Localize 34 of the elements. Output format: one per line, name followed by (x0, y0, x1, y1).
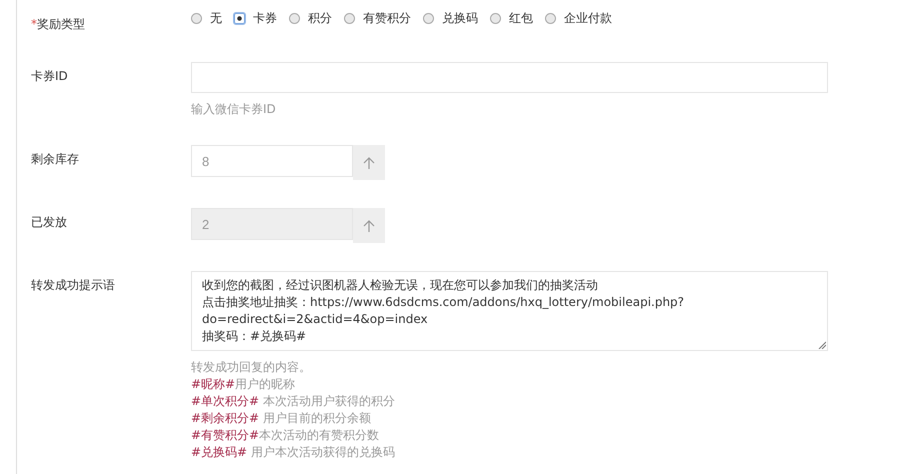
radio-option[interactable]: 红包 (490, 10, 533, 27)
field-label: 奖励类型 (37, 17, 85, 31)
required-mark: * (31, 17, 37, 31)
field-label: 转发成功提示语 (31, 277, 116, 294)
up-arrow-icon (363, 156, 375, 168)
radio-option[interactable]: 企业付款 (545, 10, 612, 27)
field-hint: 转发成功回复的内容。 (191, 359, 312, 376)
radio-icon[interactable] (191, 13, 202, 24)
variable-description: #昵称#用户的昵称 (191, 376, 296, 393)
radio-option[interactable]: 卡券 (234, 10, 277, 27)
field-label: 已发放 (31, 214, 68, 231)
up-arrow-icon (363, 220, 375, 232)
increment-button[interactable] (353, 208, 385, 243)
radio-option[interactable]: 无 (191, 10, 222, 27)
radio-option[interactable]: 积分 (289, 10, 332, 27)
variable-description: #有赞积分#本次活动的有赞积分数 (191, 427, 380, 444)
variable-description: #单次积分# 本次活动用户获得的积分 (191, 393, 396, 410)
field-hint: 输入微信卡券ID (191, 101, 277, 118)
radio-icon[interactable] (289, 13, 300, 24)
radio-icon[interactable] (344, 13, 355, 24)
increment-button[interactable] (353, 145, 385, 180)
input-field[interactable] (191, 62, 828, 93)
resize-grip-icon[interactable] (818, 341, 826, 349)
field-label: 卡券ID (31, 68, 69, 85)
radio-icon[interactable] (545, 13, 556, 24)
variable-description: #兑换码# 用户本次活动获得的兑换码 (191, 444, 396, 461)
radio-option[interactable]: 有赞积分 (344, 10, 411, 27)
radio-icon[interactable] (234, 13, 245, 24)
field-label: 剩余库存 (31, 151, 80, 168)
variable-description: #剩余积分# 用户目前的积分余额 (191, 410, 372, 427)
radio-icon[interactable] (490, 13, 501, 24)
message-textarea[interactable]: 收到您的截图，经过识图机器人检验无误，现在您可以参加我们的抽奖活动 点击抽奖地址抽奖：https://www.6dsdcms.com/addons/hxq_lottery/mobileapi.php? do=redirect&i=2&actid=4&op=index 抽奖码：#兑换码# (191, 271, 828, 351)
radio-icon[interactable] (423, 13, 434, 24)
radio-option[interactable]: 兑换码 (423, 10, 478, 27)
